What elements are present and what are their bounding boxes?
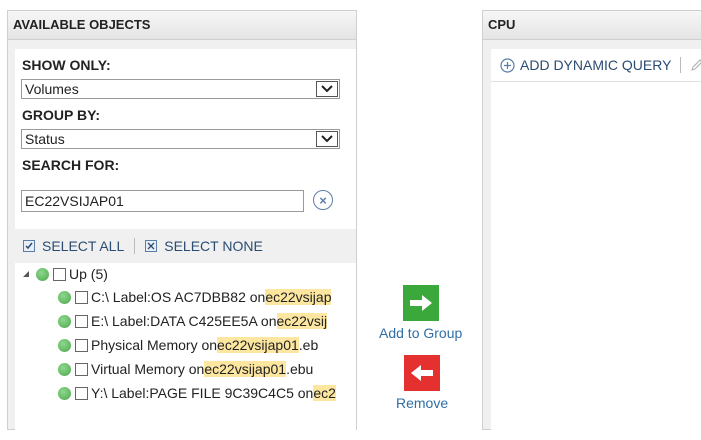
search-match: ec22vsij [276, 313, 328, 329]
select-none-icon [145, 240, 158, 252]
remove-label[interactable]: Remove [396, 395, 448, 411]
select-all-icon [23, 240, 35, 252]
item-label-rest: .ebu [286, 361, 314, 377]
status-up-icon [58, 362, 71, 376]
chevron-down-icon[interactable] [316, 131, 338, 147]
object-tree: Up (5) C:\ Label:OS AC7DBB82 on ec22vsij… [15, 263, 356, 433]
panel-title: AVAILABLE OBJECTS [8, 11, 356, 40]
item-checkbox[interactable] [75, 386, 88, 400]
search-match: ec22vsijap01 [217, 337, 299, 353]
select-none-button[interactable]: SELECT NONE [164, 238, 263, 254]
list-item[interactable]: Physical Memory on ec22vsijap01 .eb [58, 334, 318, 356]
arrow-right-icon[interactable] [402, 285, 439, 321]
arrow-left-icon[interactable] [404, 355, 441, 391]
item-checkbox[interactable] [75, 338, 88, 352]
select-all-button[interactable]: SELECT ALL [42, 238, 124, 254]
item-label: Physical Memory on [91, 337, 218, 353]
search-match: ec22vsijap01 [204, 361, 287, 377]
add-dynamic-query-button[interactable]: ADD DYNAMIC QUERY [520, 57, 671, 73]
item-label: Y:\ Label:PAGE FILE 9C39C4C5 on [91, 385, 314, 401]
status-up-icon [58, 290, 71, 304]
group-toolbar: ADD DYNAMIC QUERY [491, 49, 701, 81]
list-item[interactable]: Y:\ Label:PAGE FILE 9C39C4C5 on ec2 [58, 382, 336, 404]
search-match: ec2 [313, 385, 336, 401]
filter-section: SHOW ONLY: Volumes GROUP BY: Status SEAR… [15, 49, 356, 229]
group-by-label: GROUP BY: [22, 107, 101, 123]
add-to-group-button[interactable]: Add to Group [379, 285, 462, 341]
clear-search-icon[interactable]: × [313, 190, 333, 210]
group-members-area: ADD DYNAMIC QUERY [491, 49, 701, 440]
members-list [491, 81, 701, 440]
tree-group-up[interactable]: Up (5) [21, 263, 108, 285]
list-item[interactable]: Virtual Memory on ec22vsijap01 .ebu [58, 358, 313, 380]
item-label-rest: .eb [298, 337, 319, 353]
search-label: SEARCH FOR: [22, 157, 120, 173]
search-match: ec22vsijap [265, 289, 332, 305]
add-to-group-label[interactable]: Add to Group [379, 325, 462, 341]
item-label: C:\ Label:OS AC7DBB82 on [91, 289, 266, 305]
item-label: E:\ Label:DATA C425EE5A on [91, 313, 277, 329]
divider [134, 238, 136, 254]
show-only-select[interactable]: Volumes [21, 79, 340, 99]
pencil-icon[interactable] [690, 58, 701, 72]
selection-toolbar: SELECT ALL SELECT NONE [23, 235, 263, 257]
group-checkbox[interactable] [53, 267, 66, 281]
group-by-select[interactable]: Status [21, 129, 340, 149]
status-up-icon [58, 386, 71, 400]
add-circle-icon [500, 57, 515, 73]
panel-title: CPU [483, 11, 701, 40]
search-input[interactable]: EC22VSIJAP01 [21, 190, 304, 212]
cpu-group-panel: CPU ADD DYNAMIC QUERY [482, 10, 701, 440]
status-up-icon [58, 314, 71, 328]
chevron-down-icon[interactable] [316, 81, 338, 97]
list-item[interactable]: C:\ Label:OS AC7DBB82 on ec22vsijap [58, 286, 332, 308]
status-up-icon [36, 267, 49, 281]
item-checkbox[interactable] [75, 314, 88, 328]
item-checkbox[interactable] [75, 362, 88, 376]
group-label: Up (5) [69, 266, 108, 282]
show-only-value: Volumes [25, 81, 79, 97]
show-only-label: SHOW ONLY: [22, 57, 111, 73]
group-by-value: Status [25, 131, 65, 147]
status-up-icon [58, 338, 71, 352]
remove-button[interactable]: Remove [396, 355, 448, 411]
list-item[interactable]: E:\ Label:DATA C425EE5A on ec22vsij [58, 310, 328, 332]
available-objects-panel: AVAILABLE OBJECTS SHOW ONLY: Volumes GRO… [7, 10, 357, 433]
item-label: Virtual Memory on [91, 361, 205, 377]
item-checkbox[interactable] [75, 290, 88, 304]
collapse-triangle-icon[interactable] [21, 269, 31, 279]
divider [680, 57, 682, 73]
